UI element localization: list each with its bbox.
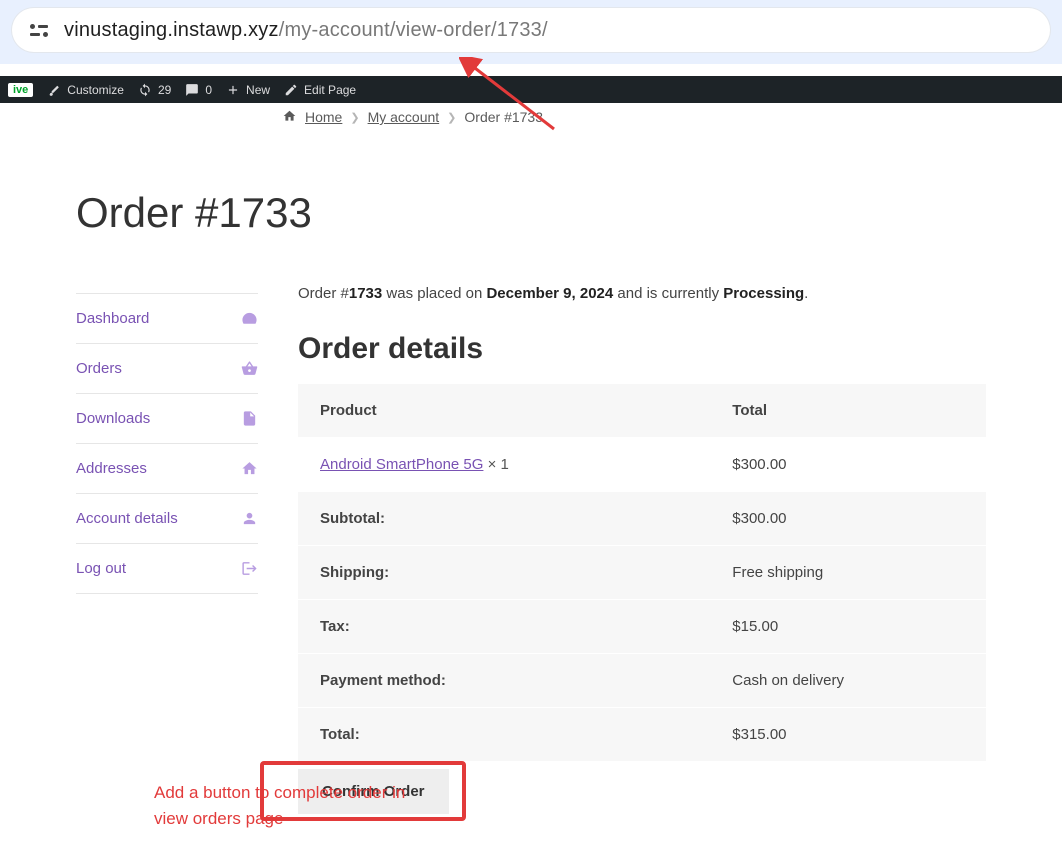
nav-account-details[interactable]: Account details [76, 494, 258, 544]
home-icon [282, 109, 297, 125]
table-row: Subtotal:$300.00 [298, 492, 986, 546]
cell-total: $300.00 [710, 438, 986, 492]
site-info-icon[interactable] [30, 20, 50, 40]
logout-icon [241, 560, 258, 577]
table-header-row: Product Total [298, 384, 986, 438]
file-icon [241, 410, 258, 427]
home-icon [241, 460, 258, 477]
nav-logout[interactable]: Log out [76, 544, 258, 594]
new-link[interactable]: New [226, 83, 270, 97]
browser-url-bar: vinustaging.instawp.xyz/my-account/view-… [0, 0, 1062, 64]
table-row: Total:$315.00 [298, 708, 986, 762]
wp-admin-bar: ive Customize 29 0 New Edit Page [0, 76, 1062, 103]
th-total: Total [710, 384, 986, 438]
table-row: Payment method:Cash on delivery [298, 654, 986, 708]
nav-addresses[interactable]: Addresses [76, 444, 258, 494]
breadcrumb: Home ❯ My account ❯ Order #1733 [0, 103, 1062, 127]
comment-icon [185, 83, 199, 97]
order-details-table: Product Total Android SmartPhone 5G × 1 … [298, 384, 986, 761]
pencil-icon [284, 83, 298, 97]
table-row: Android SmartPhone 5G × 1 $300.00 [298, 438, 986, 492]
annotation-text: Add a button to complete order inview or… [154, 780, 405, 831]
url-text[interactable]: vinustaging.instawp.xyz/my-account/view-… [64, 19, 548, 42]
nav-orders[interactable]: Orders [76, 344, 258, 394]
comments-link[interactable]: 0 [185, 83, 212, 97]
live-badge: ive [8, 83, 33, 97]
updates-link[interactable]: 29 [138, 83, 171, 97]
cell-product: Android SmartPhone 5G × 1 [298, 438, 710, 492]
edit-page-link[interactable]: Edit Page [284, 83, 356, 97]
breadcrumb-home[interactable]: Home [305, 109, 342, 125]
account-nav: Dashboard Orders Downloads Addresses Acc… [76, 293, 258, 814]
breadcrumb-current: Order #1733 [464, 109, 543, 125]
product-link[interactable]: Android SmartPhone 5G [320, 456, 483, 473]
order-details-heading: Order details [298, 332, 986, 366]
table-row: Tax:$15.00 [298, 600, 986, 654]
dashboard-icon [241, 310, 258, 327]
order-content: Order #1733 was placed on December 9, 20… [298, 285, 986, 814]
basket-icon [241, 360, 258, 377]
th-product: Product [298, 384, 710, 438]
nav-downloads[interactable]: Downloads [76, 394, 258, 444]
order-status-line: Order #1733 was placed on December 9, 20… [298, 285, 986, 302]
nav-dashboard[interactable]: Dashboard [76, 294, 258, 344]
customize-link[interactable]: Customize [47, 83, 124, 97]
table-row: Shipping:Free shipping [298, 546, 986, 600]
product-qty: × 1 [488, 456, 509, 473]
plus-icon [226, 83, 240, 97]
refresh-icon [138, 83, 152, 97]
brush-icon [47, 83, 61, 97]
breadcrumb-account[interactable]: My account [368, 109, 440, 125]
page-title: Order #1733 [76, 189, 1036, 237]
user-icon [241, 510, 258, 527]
url-input-wrapper[interactable]: vinustaging.instawp.xyz/my-account/view-… [12, 8, 1050, 52]
